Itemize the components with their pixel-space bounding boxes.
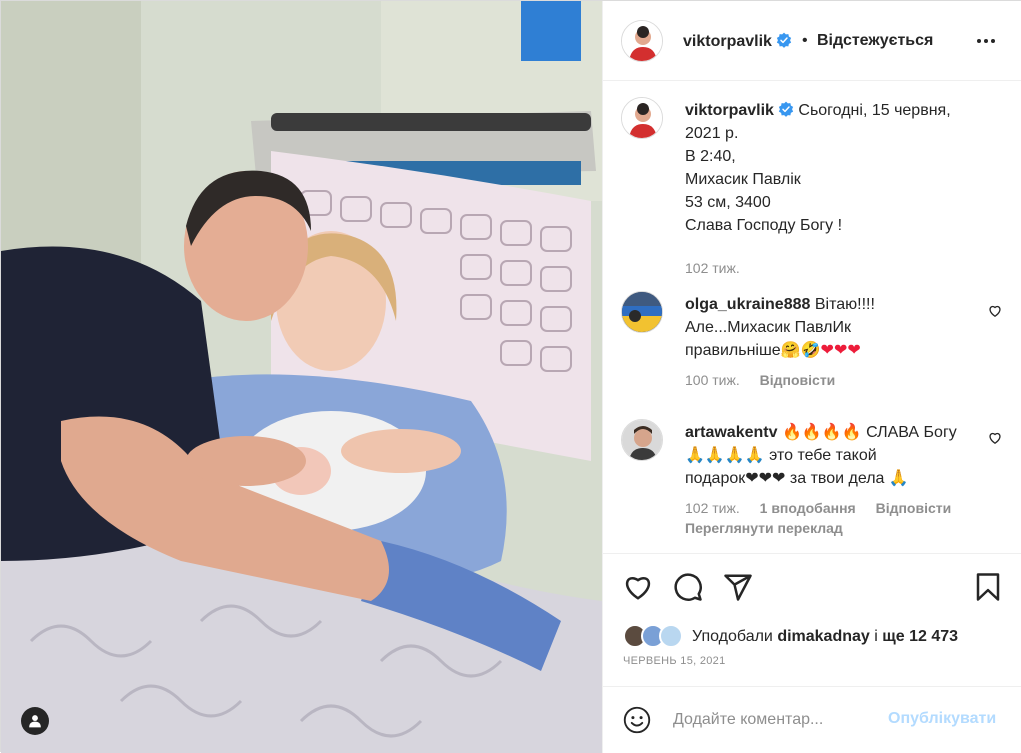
see-translation-button[interactable]: Переглянути переклад <box>685 520 843 536</box>
caption-line: Слава Господу Богу ! <box>685 217 843 234</box>
bookmark-icon[interactable] <box>973 572 1003 602</box>
reply-button[interactable]: Відповісти <box>760 372 836 388</box>
add-comment-bar: Опублікувати <box>603 686 1021 753</box>
comment-meta: 102 тиж. 1 вподобання Відповісти <box>685 500 951 516</box>
avatar-image <box>622 292 662 332</box>
verified-badge-icon <box>776 32 792 48</box>
caption-text: viktorpavlik Сьогодні, 15 червня, 2021 р… <box>685 99 995 237</box>
comments-area[interactable]: viktorpavlik Сьогодні, 15 червня, 2021 р… <box>603 81 1021 553</box>
comment-username[interactable]: olga_ukraine888 <box>685 296 810 313</box>
instagram-post: viktorpavlik • Відстежується viktorpavli… <box>0 0 1021 753</box>
caption-line: 53 см, 3400 <box>685 194 771 211</box>
comment-text-line: 🙏🙏🙏🙏 это тебе такой <box>685 447 877 464</box>
likes-count[interactable]: ще 12 473 <box>882 628 958 645</box>
more-dot-icon <box>991 39 995 43</box>
avatar-image <box>622 98 662 138</box>
comment-bubble-icon[interactable] <box>673 572 703 602</box>
comment-text-line: правильніше <box>685 342 781 359</box>
header-separator: • <box>802 32 808 49</box>
comment-text-line: подарок❤❤❤ за твои дела 🙏 <box>685 470 909 487</box>
likes-prefix: Уподобали <box>692 628 773 645</box>
verified-badge-icon <box>778 101 794 117</box>
caption-line: Михасик Павлік <box>685 171 801 188</box>
more-dot-icon <box>977 39 981 43</box>
comment-username[interactable]: artawakentv <box>685 424 778 441</box>
caption-time[interactable]: 102 тиж. <box>685 260 740 276</box>
comment-text-line: 🔥🔥🔥🔥 СЛАВА Богу <box>781 424 957 441</box>
following-button[interactable]: Відстежується <box>817 32 933 50</box>
comment-time[interactable]: 100 тиж. <box>685 372 740 388</box>
more-options-button[interactable] <box>971 29 1001 53</box>
author-username[interactable]: viktorpavlik <box>683 32 792 51</box>
post-date[interactable]: ЧЕРВЕНЬ 15, 2021 <box>623 655 726 667</box>
post-photo[interactable] <box>1 1 602 753</box>
comment-text: olga_ukraine888 Вітаю!!!! Але...Михасик … <box>685 293 985 362</box>
commenter-avatar[interactable] <box>621 419 663 461</box>
smiley-icon[interactable] <box>623 706 651 734</box>
publish-button[interactable]: Опублікувати <box>888 710 996 728</box>
paper-plane-icon[interactable] <box>723 572 753 602</box>
author-avatar[interactable] <box>621 20 663 62</box>
hospital-photo-illustration <box>1 1 602 753</box>
comment-input[interactable] <box>673 709 873 731</box>
likes-text[interactable]: Уподобали dimakadnay і ще 12 473 <box>692 628 958 646</box>
avatar-image <box>622 420 662 460</box>
caption-line: Сьогодні, 15 червня, <box>798 102 951 119</box>
comment-like-heart-icon[interactable] <box>988 304 1002 318</box>
comment-meta: 100 тиж. Відповісти <box>685 372 835 388</box>
post-header: viktorpavlik • Відстежується <box>603 1 1021 81</box>
comment-text-line: Але...Михасик ПавлИк <box>685 319 851 336</box>
user-tag-icon <box>29 715 41 728</box>
comment-likes-count[interactable]: 1 вподобання <box>760 500 856 516</box>
comment-text: artawakentv 🔥🔥🔥🔥 СЛАВА Богу 🙏🙏🙏🙏 это теб… <box>685 421 985 490</box>
post-actions-bar <box>603 553 1021 619</box>
comment-like-heart-icon[interactable] <box>988 431 1002 445</box>
reply-button[interactable]: Відповісти <box>876 500 952 516</box>
liker-username[interactable]: dimakadnay <box>777 628 869 645</box>
comment-time[interactable]: 102 тиж. <box>685 500 740 516</box>
likes-conjunction: і <box>874 628 878 645</box>
liker-avatar[interactable] <box>659 624 683 648</box>
avatar-image <box>622 21 662 61</box>
caption-avatar[interactable] <box>621 97 663 139</box>
caption-line: В 2:40, <box>685 148 736 165</box>
post-side-panel: viktorpavlik • Відстежується viktorpavli… <box>602 1 1021 753</box>
heart-icon[interactable] <box>623 572 653 602</box>
comment-emojis: 🤗🤣❤❤❤ <box>780 342 861 359</box>
comment-text-line: Вітаю!!!! <box>814 296 875 313</box>
commenter-avatar[interactable] <box>621 291 663 333</box>
caption-username[interactable]: viktorpavlik <box>685 102 774 119</box>
more-dot-icon <box>984 39 988 43</box>
caption-line: 2021 р. <box>685 125 739 142</box>
user-tag-button[interactable] <box>21 707 49 735</box>
likes-summary: Уподобали dimakadnay і ще 12 473 <box>603 619 1021 659</box>
